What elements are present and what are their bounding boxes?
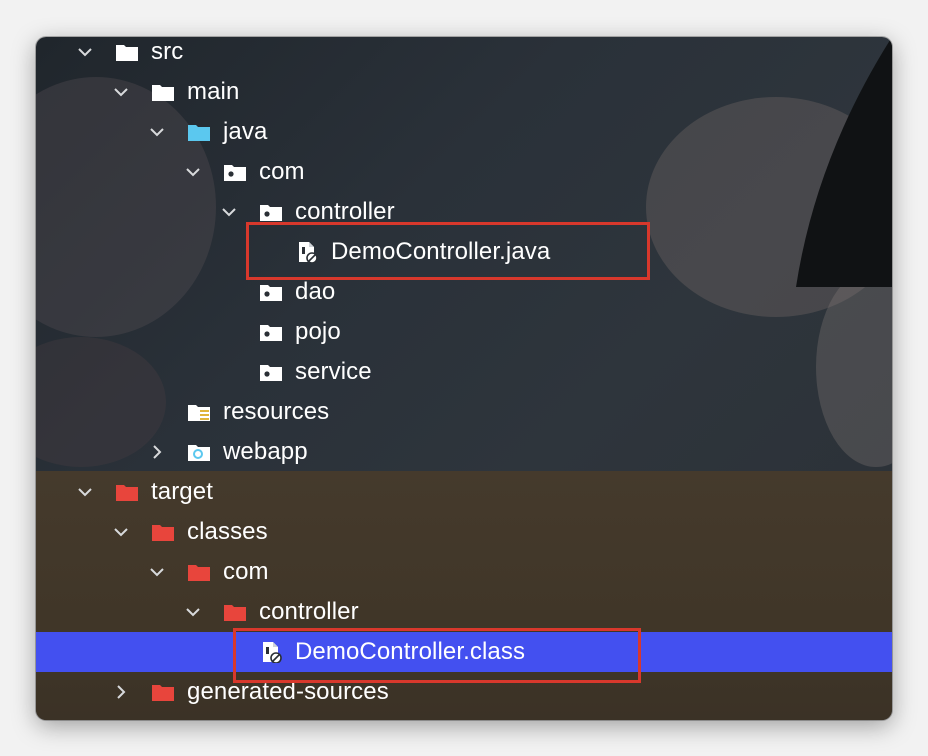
tree-item-label: webapp xyxy=(223,438,308,465)
excluded-folder-icon xyxy=(114,481,140,503)
tree-item-main[interactable]: main xyxy=(36,72,892,112)
chevron-down-icon[interactable] xyxy=(74,41,96,63)
chevron-down-icon[interactable] xyxy=(74,481,96,503)
excluded-folder-icon xyxy=(222,601,248,623)
web-folder-icon xyxy=(186,441,212,463)
tree-item-target[interactable]: target xyxy=(36,472,892,512)
package-icon xyxy=(258,281,284,303)
chevron-down-icon[interactable] xyxy=(110,521,132,543)
chevron-down-icon[interactable] xyxy=(182,601,204,623)
tree-item-service[interactable]: service xyxy=(36,352,892,392)
tree-item-label: com xyxy=(223,558,269,585)
tree-item-label: generated-sources xyxy=(187,678,389,705)
chevron-down-icon[interactable] xyxy=(110,81,132,103)
folder-icon xyxy=(150,81,176,103)
tree-item-label: pojo xyxy=(295,318,341,345)
tree-item-democontroller-java[interactable]: DemoController.java xyxy=(36,232,892,272)
tree-item-dao[interactable]: dao xyxy=(36,272,892,312)
tree-item-democontroller-class[interactable]: DemoController.class xyxy=(36,632,892,672)
tree-item-label: controller xyxy=(295,198,395,225)
tree-item-label: DemoController.class xyxy=(295,638,526,665)
tree-item-label: src xyxy=(151,38,184,65)
tree-item-label: main xyxy=(187,78,240,105)
resources-folder-icon xyxy=(186,401,212,423)
excluded-folder-icon xyxy=(186,561,212,583)
package-icon xyxy=(258,201,284,223)
package-icon xyxy=(258,321,284,343)
package-icon xyxy=(222,161,248,183)
tree-item-generated-sources[interactable]: generated-sources xyxy=(36,672,892,712)
tree-item-com[interactable]: com xyxy=(36,552,892,592)
chevron-right-icon[interactable] xyxy=(110,681,132,703)
chevron-down-icon[interactable] xyxy=(218,201,240,223)
chevron-right-icon[interactable] xyxy=(146,441,168,463)
chevron-down-icon[interactable] xyxy=(182,161,204,183)
tree-item-label: com xyxy=(259,158,305,185)
tree-item-webapp[interactable]: webapp xyxy=(36,432,892,472)
tree-item-label: DemoController.java xyxy=(331,238,551,265)
chevron-down-icon[interactable] xyxy=(146,121,168,143)
project-tree-panel: src main java com controller DemoController.j… xyxy=(36,37,892,720)
chevron-down-icon[interactable] xyxy=(146,561,168,583)
tree-item-classes[interactable]: classes xyxy=(36,512,892,552)
package-icon xyxy=(258,361,284,383)
tree-item-label: dao xyxy=(295,278,336,305)
tree-item-label: controller xyxy=(259,598,359,625)
tree-item-pojo[interactable]: pojo xyxy=(36,312,892,352)
tree-item-controller[interactable]: controller xyxy=(36,592,892,632)
excluded-folder-icon xyxy=(150,681,176,703)
java-file-icon xyxy=(294,241,320,263)
tree-item-resources[interactable]: resources xyxy=(36,392,892,432)
tree-item-label: target xyxy=(151,478,213,505)
tree-item-src[interactable]: src xyxy=(36,37,892,72)
tree-item-com[interactable]: com xyxy=(36,152,892,192)
tree-item-label: service xyxy=(295,358,372,385)
tree-item-label: java xyxy=(223,118,268,145)
source-folder-icon xyxy=(186,121,212,143)
class-file-icon xyxy=(258,641,284,663)
excluded-folder-icon xyxy=(150,521,176,543)
tree-item-java[interactable]: java xyxy=(36,112,892,152)
tree-item-controller[interactable]: controller xyxy=(36,192,892,232)
tree-item-label: resources xyxy=(223,398,330,425)
folder-icon xyxy=(114,41,140,63)
tree-item-label: classes xyxy=(187,518,268,545)
